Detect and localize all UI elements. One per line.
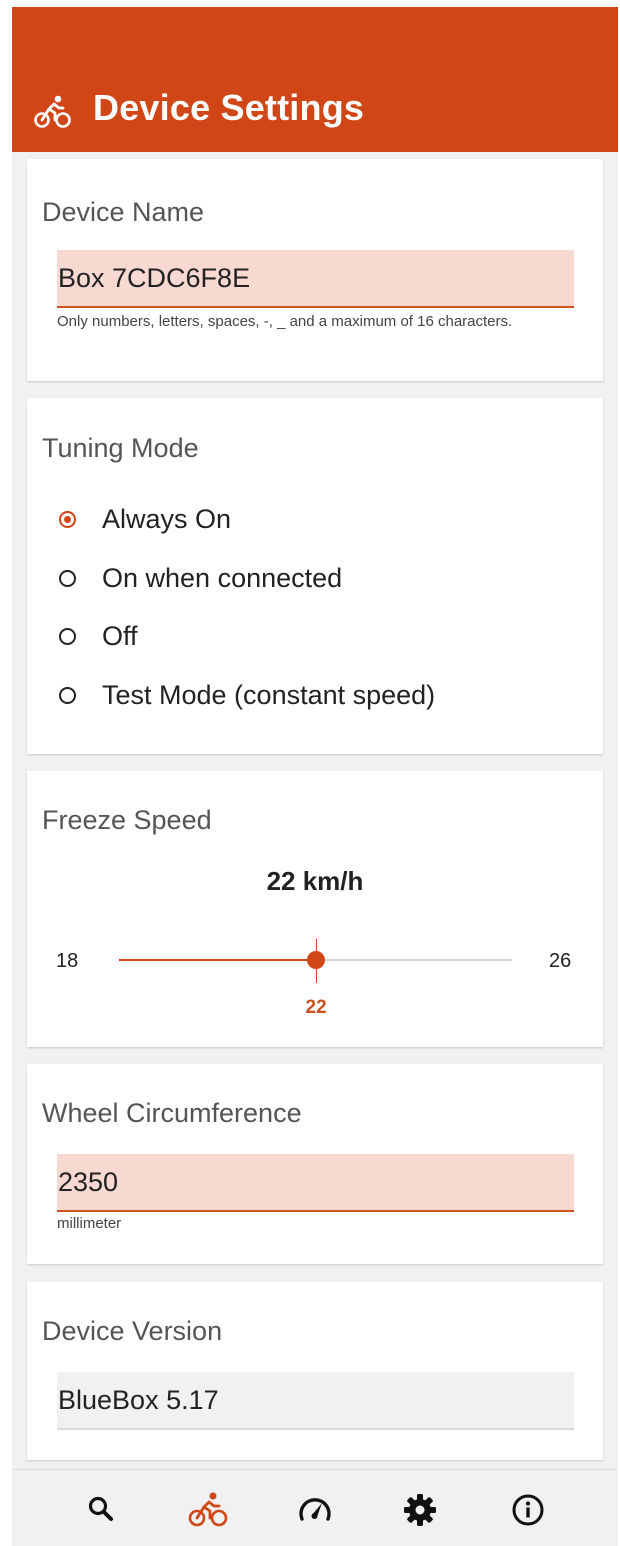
bike-icon (188, 1492, 228, 1527)
nav-settings[interactable] (398, 1488, 442, 1532)
speedometer-icon (299, 1498, 331, 1521)
device-name-title: Device Name (42, 197, 205, 227)
nav-bike[interactable] (186, 1488, 230, 1532)
device-name-value: Box 7CDC6F8E (58, 263, 251, 293)
radio-test-mode[interactable]: Test Mode (constant speed) (57, 677, 577, 717)
tuning-mode-title: Tuning Mode (42, 433, 199, 463)
freeze-speed-value: 22 km/h (266, 866, 364, 896)
search-icon (88, 1496, 113, 1521)
device-name-helper: Only numbers, letters, spaces, -, _ and … (57, 313, 513, 330)
device-version-field: BlueBox 5.17 (57, 1372, 574, 1430)
wheel-circumference-value: 2350 (58, 1167, 119, 1197)
slider-min-label: 18 (56, 950, 79, 972)
freeze-speed-slider[interactable]: 22 (119, 939, 512, 1018)
slider-max-label: 26 (549, 950, 572, 972)
slider-thumb[interactable] (307, 951, 325, 969)
info-icon (512, 1494, 544, 1526)
page-title: Device Settings (93, 87, 365, 128)
device-version-value: BlueBox 5.17 (58, 1385, 219, 1415)
slider-value-label: 22 (305, 997, 327, 1018)
radio-label: Off (102, 621, 138, 651)
bottom-nav (12, 1469, 618, 1546)
radio-unchecked-icon[interactable] (59, 687, 76, 704)
device-name-card: Device Name Box 7CDC6F8E Only numbers, l… (27, 159, 603, 381)
tuning-mode-card: Tuning Mode Always On On when connected … (27, 398, 603, 754)
wheel-unit-helper: millimeter (57, 1215, 122, 1232)
radio-unchecked-icon[interactable] (59, 628, 76, 645)
radio-always-on[interactable]: Always On (57, 501, 577, 541)
radio-off[interactable]: Off (57, 618, 577, 658)
radio-label: Always On (102, 504, 232, 534)
slider-fill (119, 959, 316, 961)
device-version-title: Device Version (42, 1316, 223, 1346)
wheel-circumference-field[interactable]: 2350 (57, 1154, 574, 1212)
bike-icon (34, 95, 71, 128)
freeze-speed-title: Freeze Speed (42, 805, 212, 835)
radio-on-when-connected[interactable]: On when connected (57, 560, 577, 600)
radio-checked-icon[interactable] (59, 511, 76, 528)
wheel-circumference-card: Wheel Circumference 2350 millimeter (27, 1064, 603, 1264)
app-bar: Device Settings (12, 7, 618, 152)
radio-unchecked-icon[interactable] (59, 570, 76, 587)
device-name-field[interactable]: Box 7CDC6F8E (57, 250, 574, 308)
gear-icon (404, 1494, 436, 1526)
nav-speedometer[interactable] (293, 1488, 337, 1532)
radio-label: On when connected (102, 563, 343, 593)
nav-info[interactable] (506, 1488, 550, 1532)
wheel-circumference-title: Wheel Circumference (42, 1098, 302, 1128)
nav-search[interactable] (79, 1488, 123, 1532)
device-version-card: Device Version BlueBox 5.17 (27, 1282, 603, 1460)
app-frame: Device Settings Device Name Box 7CDC6F8E… (12, 7, 618, 1546)
radio-label: Test Mode (constant speed) (102, 680, 436, 710)
freeze-speed-card: Freeze Speed 22 km/h 18 26 22 (27, 771, 603, 1047)
